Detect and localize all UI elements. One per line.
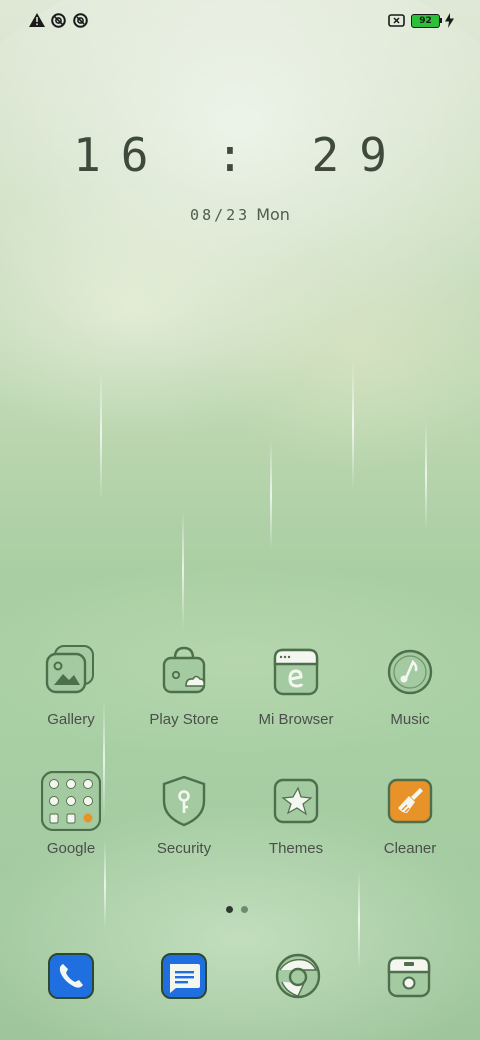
app-label: Google	[46, 840, 96, 857]
app-play-store[interactable]: Play Store	[128, 642, 240, 728]
dock-messages[interactable]	[160, 952, 208, 1000]
do-not-disturb-icon	[51, 13, 66, 28]
browser-icon	[266, 642, 326, 702]
rain-streak	[352, 360, 354, 490]
google-folder-icon	[40, 770, 102, 832]
app-label: Gallery	[47, 711, 95, 728]
rain-streak	[358, 870, 360, 970]
rain-streak	[425, 420, 427, 530]
home-screen: 92 16 : 29 08/23 Mon Gallery Play Store …	[0, 0, 480, 1040]
no-sim-icon	[388, 14, 405, 27]
date-text: 08/23	[190, 206, 251, 224]
rain-streak	[182, 510, 184, 630]
data-saver-icon	[73, 13, 88, 28]
app-label: Mi Browser	[258, 711, 334, 728]
app-cleaner[interactable]: Cleaner	[354, 771, 466, 857]
page-indicator[interactable]	[226, 898, 256, 917]
app-gallery[interactable]: Gallery	[15, 642, 127, 728]
app-music[interactable]: Music	[354, 642, 466, 728]
battery-icon: 92	[411, 14, 440, 28]
weekday-text: Mon	[256, 205, 290, 224]
wallpaper-foliage	[0, 0, 480, 380]
battery-level: 92	[419, 16, 432, 26]
page-dot[interactable]	[241, 906, 248, 913]
app-label: Cleaner	[383, 840, 437, 857]
app-security[interactable]: Security	[128, 771, 240, 857]
page-dot-active[interactable]	[226, 906, 233, 913]
app-folder-google[interactable]: Google	[15, 770, 127, 857]
rain-streak	[270, 440, 272, 550]
app-label: Music	[390, 711, 430, 728]
rain-streak	[100, 370, 102, 500]
dock-camera[interactable]	[385, 952, 433, 1000]
clock-time[interactable]: 16 : 29	[0, 128, 480, 182]
music-icon	[380, 642, 440, 702]
camera-icon	[387, 956, 431, 998]
phone-icon	[48, 953, 94, 999]
messages-icon	[161, 953, 207, 999]
app-label: Play Store	[149, 711, 219, 728]
warning-icon	[29, 13, 45, 27]
cleaner-brush-icon	[380, 771, 440, 831]
themes-star-icon	[266, 771, 326, 831]
app-label: Themes	[268, 840, 324, 857]
status-bar: 92	[0, 0, 480, 40]
chrome-icon	[275, 953, 321, 999]
security-shield-icon	[154, 771, 214, 831]
dock-phone[interactable]	[47, 952, 95, 1000]
charging-bolt-icon	[445, 13, 454, 28]
dock-chrome[interactable]	[274, 952, 322, 1000]
app-themes[interactable]: Themes	[240, 771, 352, 857]
play-store-icon	[154, 642, 214, 702]
clock-date[interactable]: 08/23 Mon	[0, 205, 480, 224]
app-mi-browser[interactable]: Mi Browser	[240, 642, 352, 728]
app-label: Security	[156, 840, 212, 857]
battery-tip	[440, 18, 442, 23]
wallpaper-foliage	[200, 230, 480, 470]
gallery-icon	[41, 642, 101, 702]
